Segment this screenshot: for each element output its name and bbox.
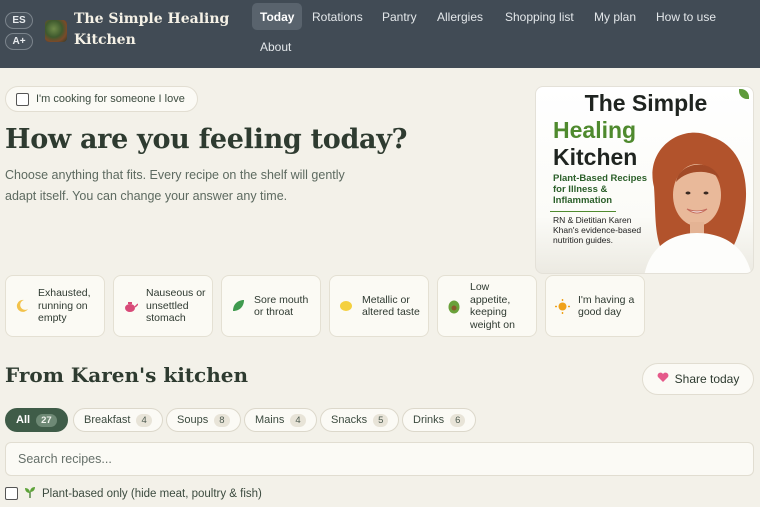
caregiver-checkbox[interactable] [16,92,29,106]
nav-pantry[interactable]: Pantry [374,3,425,30]
category-label: Snacks [331,414,368,426]
category-all[interactable]: All 27 [5,408,68,432]
language-toggle-button[interactable]: ES [5,12,33,29]
book-divider [550,211,616,212]
category-soups[interactable]: Soups 8 [166,408,241,432]
category-mains[interactable]: Mains 4 [244,408,317,432]
top-header: ES A+ The Simple Healing Kitchen Today R… [0,0,760,68]
book-title-line1: The Simple [584,90,708,116]
section-title: From Karen's kitchen [5,363,249,387]
category-count: 4 [290,413,306,427]
caregiver-toggle[interactable]: I'm cooking for someone I love [5,86,198,112]
mood-card-exhausted[interactable]: Exhausted, running on empty [5,275,105,337]
category-breakfast[interactable]: Breakfast 4 [73,408,163,432]
mood-label: I'm having a good day [578,293,635,319]
leaf-decoration-icon [739,89,749,99]
share-today-label: Share today [674,372,740,386]
mood-label: Sore mouth or throat [254,293,309,319]
leaf-icon [230,298,246,314]
mood-card-good-day[interactable]: I'm having a good day [545,275,645,337]
category-snacks[interactable]: Snacks 5 [320,408,400,432]
mood-label: Metallic or altered taste [362,293,420,319]
mood-label: Low appetite, keeping weight on [470,281,515,331]
page-subtitle: Choose anything that fits. Every recipe … [5,168,345,203]
book-cover-image[interactable]: The Simple Healing Kitchen Plant-Based R… [535,86,754,274]
nav-today[interactable]: Today [252,3,303,30]
category-count: 6 [450,413,466,427]
avocado-icon [446,298,462,314]
nav-how-to-use[interactable]: How to use [648,3,724,30]
heart-icon [657,372,669,386]
category-count: 5 [373,413,389,427]
mood-card-sore-mouth[interactable]: Sore mouth or throat [221,275,321,337]
mood-label: Exhausted, running on empty [38,287,91,325]
category-drinks[interactable]: Drinks 6 [402,408,477,432]
category-label: Soups [177,414,209,426]
plant-based-filter[interactable]: Plant-based only (hide meat, poultry & f… [5,486,262,501]
brand-title[interactable]: The Simple Healing Kitchen [74,9,234,51]
plant-based-checkbox[interactable] [5,487,18,500]
category-label: Drinks [413,414,445,426]
category-label: All [16,414,31,426]
nav-rotations[interactable]: Rotations [304,3,371,30]
mood-card-low-appetite[interactable]: Low appetite, keeping weight on [437,275,537,337]
mood-label: Nauseous or unsettled stomach [146,287,206,325]
brand-logo [45,20,67,42]
category-count: 27 [36,413,57,427]
nav-allergies[interactable]: Allergies [429,3,491,30]
nav-about[interactable]: About [252,33,299,60]
mood-card-metallic-taste[interactable]: Metallic or altered taste [329,275,429,337]
crescent-moon-icon [14,298,30,314]
category-count: 8 [214,413,230,427]
plant-based-label: Plant-based only (hide meat, poultry & f… [42,487,262,500]
recipe-search-input[interactable] [5,442,754,476]
author-portrait [644,132,751,273]
lemon-icon [338,298,354,314]
category-label: Mains [255,414,285,426]
category-label: Breakfast [84,414,131,426]
nav-my-plan[interactable]: My plan [586,3,644,30]
page-title: How are you feeling today? [5,124,408,155]
caregiver-label: I'm cooking for someone I love [36,93,185,105]
font-size-button[interactable]: A+ [5,33,33,50]
nav-shopping-list[interactable]: Shopping list [497,3,582,30]
sun-icon [554,298,570,314]
category-count: 4 [136,413,152,427]
seedling-icon [24,486,36,501]
teapot-icon [122,298,138,314]
share-today-button[interactable]: Share today [642,363,754,395]
mood-card-nauseous[interactable]: Nauseous or unsettled stomach [113,275,213,337]
